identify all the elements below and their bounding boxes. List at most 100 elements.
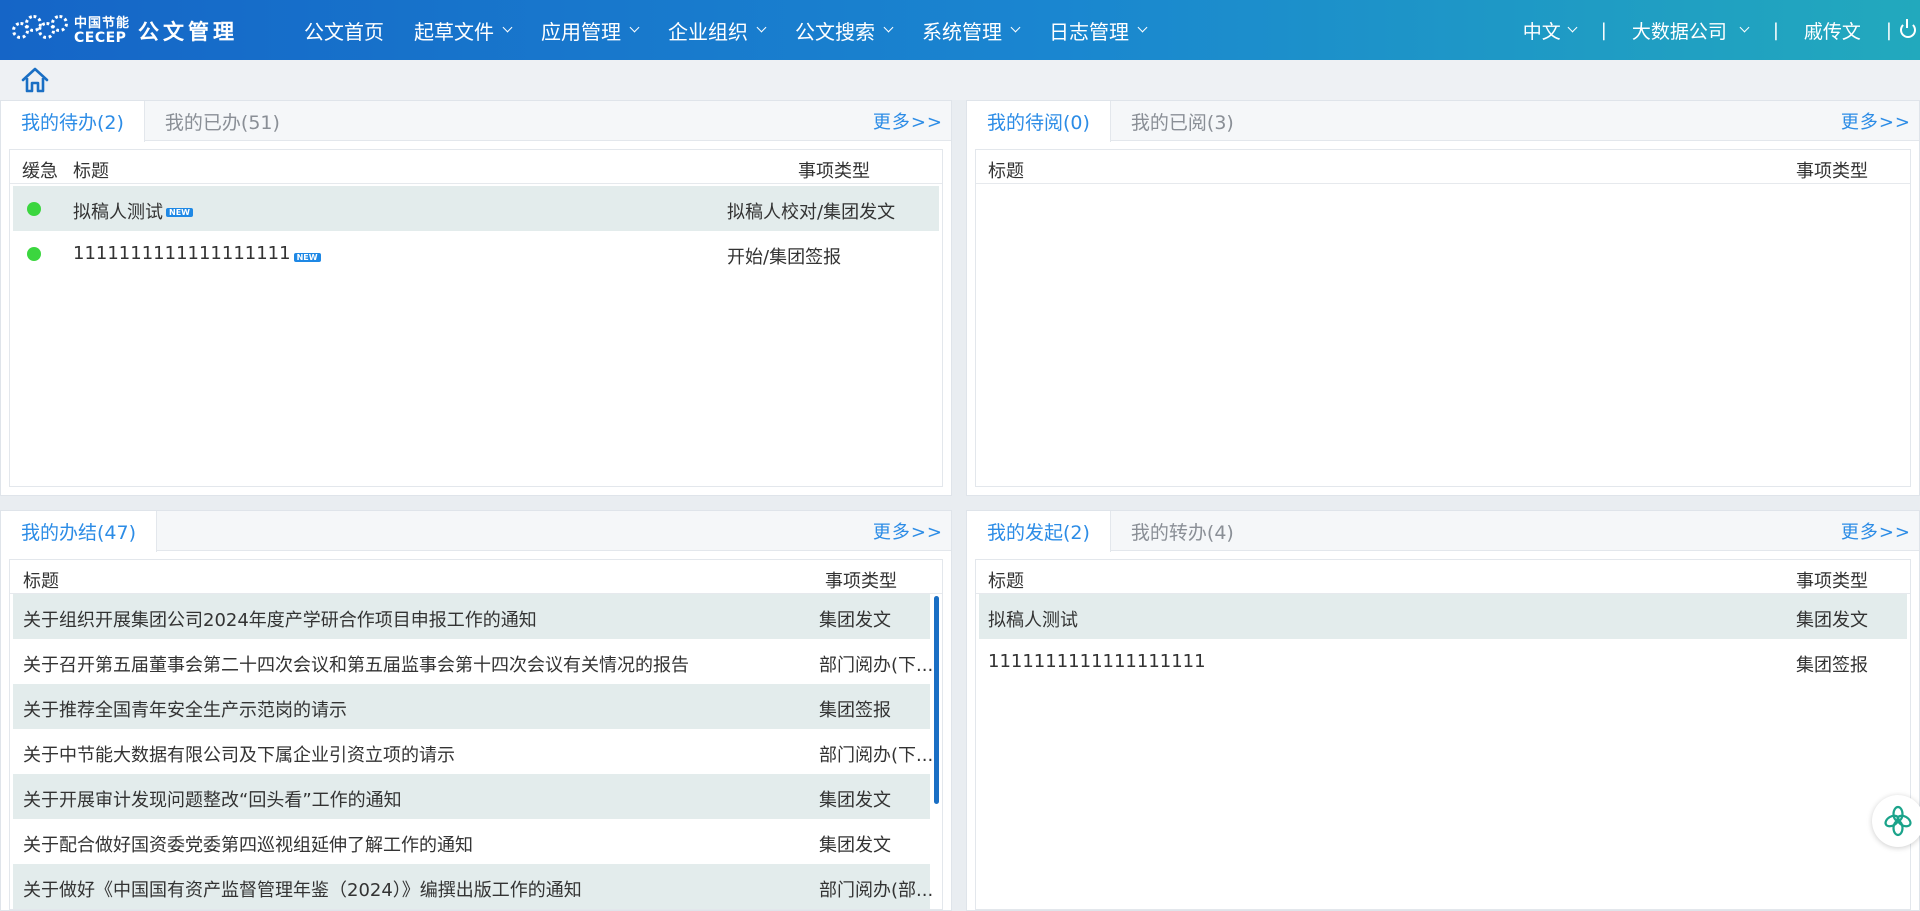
completed-panel: 我的办结(47) 更多>> 标题 事项类型 关于组织开展集团公司2024年度产学… [0, 510, 952, 911]
tab-my-todo[interactable]: 我的待办(2) [1, 101, 145, 142]
completed-tabs: 我的办结(47) 更多>> [1, 511, 951, 552]
row-title: 关于召开第五届董事会第二十四次会议和第五届监事会第十四次会议有关情况的报告 [23, 655, 689, 676]
todo-tabs: 我的待办(2) 我的已办(51) 更多>> [1, 101, 951, 142]
tab-my-completed[interactable]: 我的办结(47) [1, 511, 158, 552]
row-type: 部门阅办(下... [819, 655, 934, 676]
started-table: 标题 事项类型 拟稿人测试 集团发文 1111111111111111111 集团签… [975, 559, 1911, 910]
separator: | [1885, 19, 1892, 41]
column-type: 事项类型 [798, 161, 870, 182]
table-row[interactable]: 关于组织开展集团公司2024年度产学研合作项目申报工作的通知 集团发文 [13, 594, 930, 639]
row-type: 集团签报 [819, 700, 891, 721]
row-title: 关于开展审计发现问题整改“回头看”工作的通知 [23, 790, 402, 811]
chevron-down-icon [1137, 22, 1148, 32]
row-title: 拟稿人测试 [988, 610, 1078, 631]
row-title: 关于做好《中国国有资产监督管理年鉴（2024）》编撰出版工作的通知 [23, 880, 582, 901]
nav-enterprise-org[interactable]: 企业组织 [668, 0, 767, 60]
table-row[interactable]: 关于召开第五届董事会第二十四次会议和第五届监事会第十四次会议有关情况的报告 部门阅… [13, 639, 934, 684]
table-header: 缓急 标题 事项类型 [10, 150, 942, 184]
home-icon[interactable] [20, 66, 50, 94]
nav-home[interactable]: 公文首页 [304, 0, 384, 60]
nav-document-search[interactable]: 公文搜索 [795, 0, 894, 60]
column-type: 事项类型 [825, 571, 897, 592]
tab-my-done[interactable]: 我的已办(51) [145, 101, 300, 141]
column-urgency: 缓急 [22, 161, 58, 182]
more-link[interactable]: 更多>> [873, 101, 943, 141]
row-type: 集团发文 [819, 790, 891, 811]
table-row[interactable]: 关于中节能大数据有限公司及下属企业引资立项的请示 部门阅办(下... [13, 729, 934, 774]
row-type: 开始/集团签报 [727, 247, 842, 268]
completed-table: 标题 事项类型 关于组织开展集团公司2024年度产学研合作项目申报工作的通知集团… [9, 559, 943, 910]
nav-draft-file[interactable]: 起草文件 [414, 0, 513, 60]
more-link[interactable]: 更多>> [873, 511, 943, 551]
tab-my-started[interactable]: 我的发起(2) [967, 511, 1111, 552]
nav-app-management[interactable]: 应用管理 [541, 0, 640, 60]
table-row[interactable]: 关于做好《中国国有资产监督管理年鉴（2024）》编撰出版工作的通知 部门阅办(部.… [13, 864, 934, 909]
todo-table: 缓急 标题 事项类型 拟稿人测试 NEW 拟稿人校对/集团发文 111111111… [9, 149, 943, 487]
new-badge: NEW [293, 253, 321, 262]
started-tabs: 我的发起(2) 我的转办(4) 更多>> [967, 511, 1919, 552]
row-title: 关于中节能大数据有限公司及下属企业引资立项的请示 [23, 745, 455, 766]
brand-en: CECEP [74, 30, 127, 46]
scrollbar[interactable] [934, 596, 939, 804]
column-type: 事项类型 [1796, 161, 1868, 182]
column-type: 事项类型 [1796, 571, 1868, 592]
separator: | [1772, 19, 1779, 41]
row-type: 拟稿人校对/集团发文 [727, 202, 896, 223]
row-title: 关于推荐全国青年安全生产示范岗的请示 [23, 700, 347, 721]
table-row[interactable]: 关于开展审计发现问题整改“回头看”工作的通知 集团发文 [13, 774, 930, 819]
brand-logo[interactable]: 中国节能 CECEP 公文管理 [12, 13, 238, 49]
tab-my-toread[interactable]: 我的待阅(0) [967, 101, 1111, 142]
user-toolbar: 中文 | 大数据公司 | 戚传文 | [1523, 0, 1920, 60]
separator: | [1600, 19, 1607, 41]
table-row[interactable]: 拟稿人测试 集团发文 [979, 594, 1907, 639]
chevron-down-icon [1010, 22, 1021, 32]
chevron-down-icon [629, 22, 640, 32]
column-title: 标题 [73, 161, 109, 182]
main-nav: 公文首页 起草文件 应用管理 企业组织 公文搜索 系统管理 日志管理 [304, 0, 1176, 60]
new-badge: NEW [166, 208, 193, 217]
breadcrumb [0, 60, 1920, 100]
chevron-down-icon [502, 22, 513, 32]
table-header: 标题 事项类型 [976, 150, 1910, 184]
table-row[interactable]: 1111111111111111111 NEW 开始/集团签报 [13, 231, 939, 276]
row-type: 部门阅办(部... [819, 880, 934, 901]
tab-my-read[interactable]: 我的已阅(3) [1111, 101, 1254, 141]
cecep-logo-icon [12, 15, 68, 47]
table-row[interactable]: 关于推荐全国青年安全生产示范岗的请示 集团签报 [13, 684, 930, 729]
row-type: 集团发文 [819, 610, 891, 631]
table-row[interactable]: 拟稿人测试 NEW 拟稿人校对/集团发文 [13, 186, 939, 231]
started-panel: 我的发起(2) 我的转办(4) 更多>> 标题 事项类型 拟稿人测试 集团发文 1… [966, 510, 1920, 911]
status-dot-icon [27, 202, 41, 216]
chevron-down-icon [756, 22, 767, 32]
logout-button[interactable] [1900, 19, 1920, 38]
nav-log-management[interactable]: 日志管理 [1049, 0, 1148, 60]
status-dot-icon [27, 247, 41, 261]
row-type: 部门阅办(下... [819, 745, 934, 766]
more-link[interactable]: 更多>> [1841, 511, 1911, 551]
ai-assistant-button[interactable] [1872, 795, 1920, 847]
column-title: 标题 [23, 571, 59, 592]
column-title: 标题 [988, 571, 1024, 592]
row-type: 集团签报 [1796, 655, 1868, 676]
table-header: 标题 事项类型 [10, 560, 942, 594]
top-navigation-bar: 中国节能 CECEP 公文管理 公文首页 起草文件 应用管理 企业组织 公文搜索… [0, 0, 1920, 60]
chevron-down-icon [1567, 22, 1578, 32]
row-title: 关于配合做好国资委党委第四巡视组延伸了解工作的通知 [23, 835, 473, 856]
toread-panel: 我的待阅(0) 我的已阅(3) 更多>> 标题 事项类型 [966, 100, 1920, 496]
language-select[interactable]: 中文 [1523, 17, 1578, 44]
table-row[interactable]: 1111111111111111111 集团签报 [979, 639, 1907, 684]
nav-system-management[interactable]: 系统管理 [922, 0, 1021, 60]
company-select[interactable]: 大数据公司 [1632, 17, 1750, 44]
row-title: 关于组织开展集团公司2024年度产学研合作项目申报工作的通知 [23, 610, 537, 631]
user-name[interactable]: 戚传文 [1804, 17, 1861, 44]
more-link[interactable]: 更多>> [1841, 101, 1911, 141]
tab-my-transferred[interactable]: 我的转办(4) [1111, 511, 1254, 551]
toread-table: 标题 事项类型 [975, 149, 1911, 487]
table-row[interactable]: 关于配合做好国资委党委第四巡视组延伸了解工作的通知 集团发文 [13, 819, 930, 864]
chevron-down-icon [1739, 22, 1750, 32]
table-header: 标题 事项类型 [976, 560, 1910, 594]
chevron-down-icon [883, 22, 894, 32]
power-icon [1900, 19, 1916, 38]
row-type: 集团发文 [819, 835, 891, 856]
app-title: 公文管理 [138, 20, 239, 44]
